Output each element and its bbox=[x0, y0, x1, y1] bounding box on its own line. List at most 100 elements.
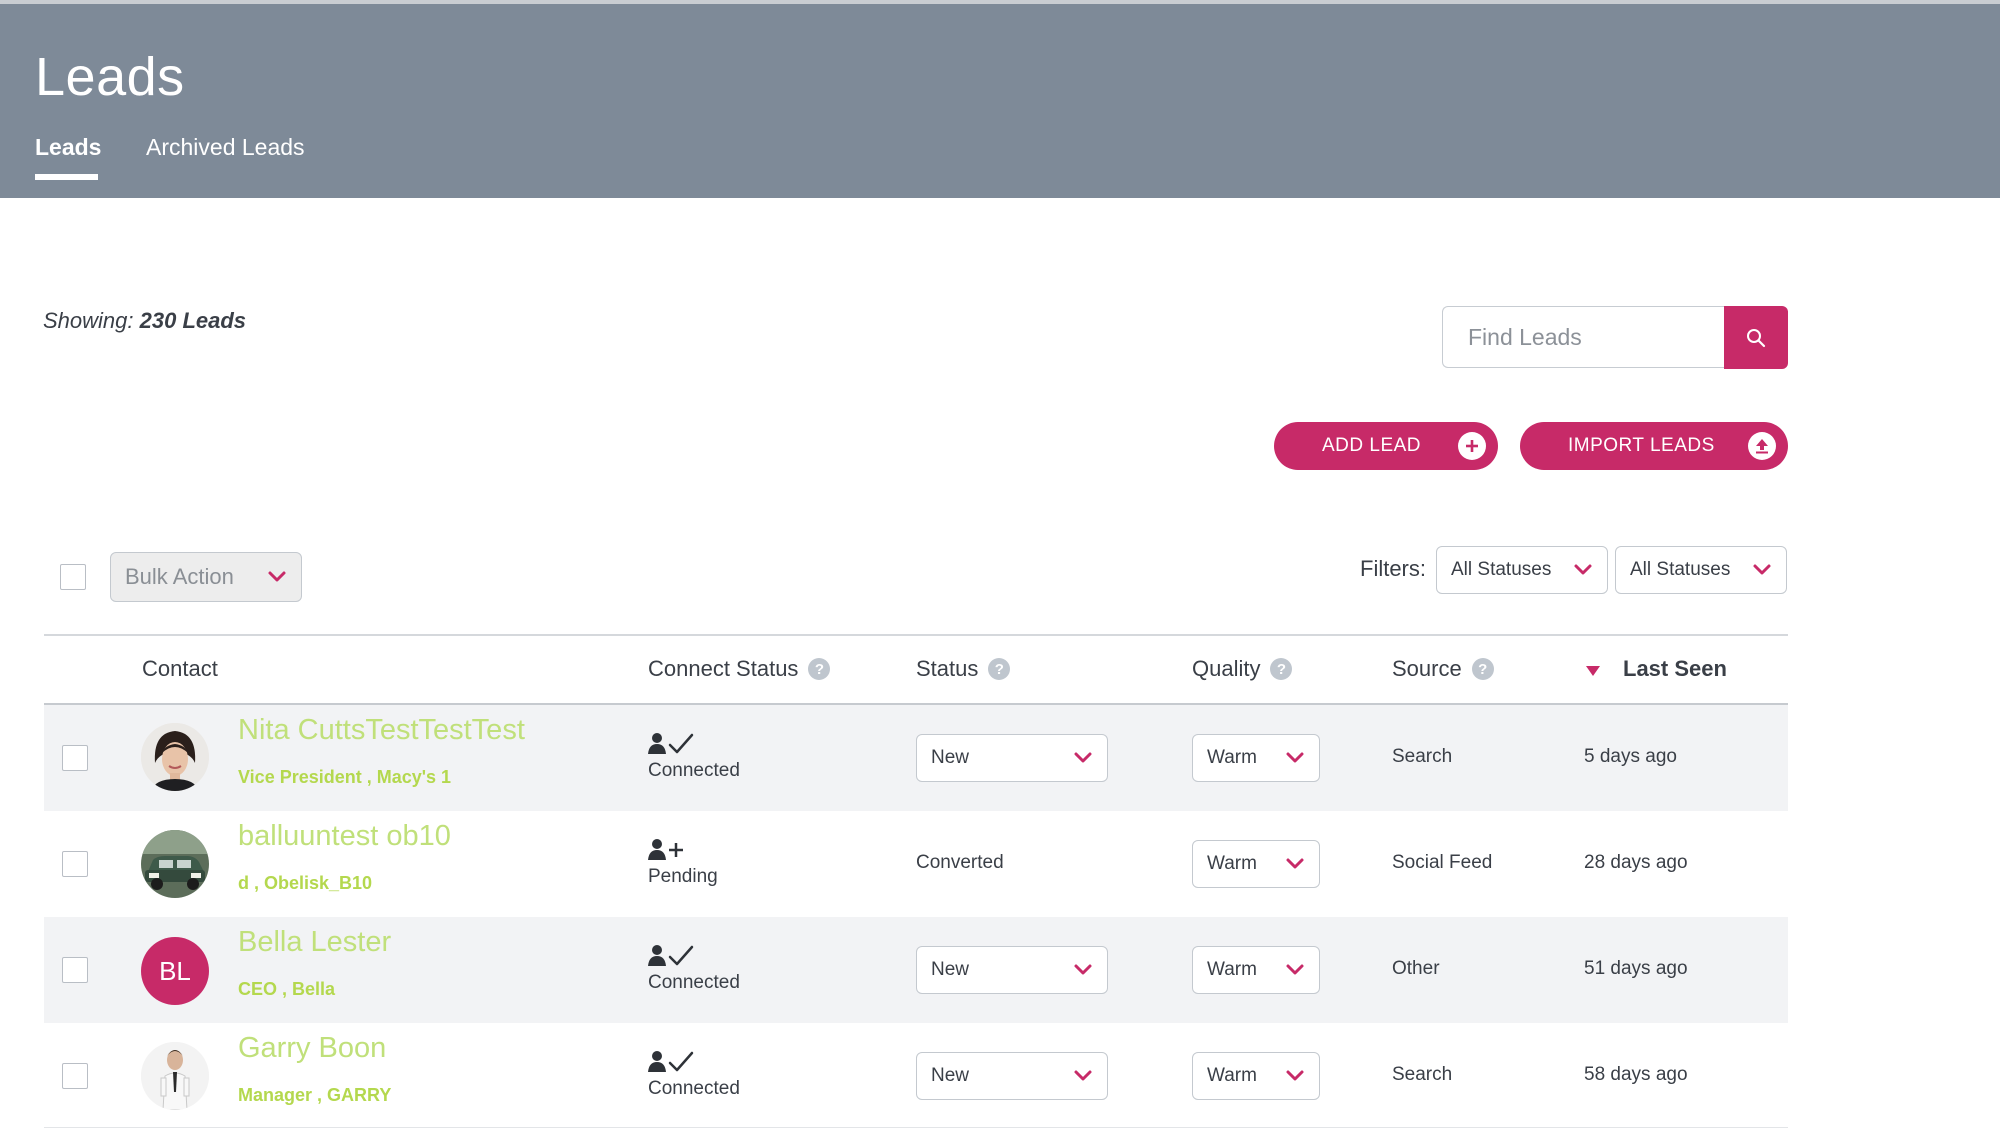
avatar[interactable] bbox=[141, 830, 209, 898]
quality-select-value: Warm bbox=[1207, 1065, 1257, 1086]
status-select[interactable]: New bbox=[916, 946, 1108, 994]
status-text: Converted bbox=[916, 852, 1004, 873]
help-icon[interactable]: ? bbox=[1471, 658, 1494, 680]
column-header-connect-status[interactable]: Connect Status? bbox=[648, 656, 831, 682]
quality-select[interactable]: Warm bbox=[1192, 946, 1320, 994]
add-lead-button[interactable]: ADD LEAD bbox=[1274, 422, 1498, 470]
lead-name-link[interactable]: balluuntest ob10 bbox=[238, 820, 451, 853]
last-seen-text: 28 days ago bbox=[1584, 852, 1688, 873]
connect-status-text: Connected bbox=[648, 972, 740, 993]
row-checkbox[interactable] bbox=[62, 851, 88, 877]
lead-name-link[interactable]: Nita CuttsTestTestTest bbox=[238, 714, 525, 747]
user-check-icon bbox=[648, 1051, 694, 1072]
row-divider bbox=[44, 1127, 1788, 1128]
tab-leads[interactable]: Leads bbox=[35, 134, 101, 161]
user-plus-icon bbox=[648, 839, 683, 860]
car-photo-icon bbox=[141, 830, 209, 898]
quality-select-value: Warm bbox=[1207, 853, 1257, 874]
leads-count-prefix: Showing: bbox=[43, 308, 134, 333]
leads-count-value: 230 Leads bbox=[139, 308, 247, 333]
chevron-down-icon bbox=[1574, 564, 1592, 575]
last-seen-text: 51 days ago bbox=[1584, 958, 1688, 979]
source-text: Social Feed bbox=[1392, 852, 1493, 873]
quality-filter-value: All Statuses bbox=[1630, 559, 1731, 580]
column-header-connect-status-label: Connect Status bbox=[648, 656, 799, 681]
connect-status-text: Connected bbox=[648, 1078, 740, 1099]
column-header-quality[interactable]: Quality? bbox=[1192, 656, 1293, 682]
import-leads-label: IMPORT LEADS bbox=[1568, 435, 1715, 456]
connect-status-text: Connected bbox=[648, 760, 740, 781]
table-top-border bbox=[44, 634, 1788, 636]
chevron-down-icon bbox=[1286, 752, 1304, 763]
connect-status-text: Pending bbox=[648, 866, 718, 887]
search-button[interactable] bbox=[1724, 306, 1788, 369]
last-seen-text: 58 days ago bbox=[1584, 1064, 1688, 1085]
quality-select-value: Warm bbox=[1207, 747, 1257, 768]
chevron-down-icon bbox=[1074, 1070, 1092, 1081]
quality-select-value: Warm bbox=[1207, 959, 1257, 980]
page-title: Leads bbox=[35, 47, 185, 107]
bulk-action-label: Bulk Action bbox=[125, 564, 234, 589]
status-select-value: New bbox=[931, 1065, 970, 1086]
import-leads-button[interactable]: IMPORT LEADS bbox=[1520, 422, 1788, 470]
column-header-last-seen[interactable]: Last Seen bbox=[1623, 656, 1727, 682]
page-header bbox=[0, 4, 2000, 198]
chevron-down-icon bbox=[1074, 752, 1092, 763]
column-header-status[interactable]: Status? bbox=[916, 656, 1011, 682]
select-all-checkbox[interactable] bbox=[60, 564, 86, 590]
column-header-status-label: Status bbox=[916, 656, 979, 681]
sort-desc-icon[interactable] bbox=[1586, 666, 1600, 676]
row-checkbox[interactable] bbox=[62, 745, 88, 771]
status-filter-select[interactable]: All Statuses bbox=[1436, 546, 1608, 594]
avatar[interactable]: BL bbox=[141, 937, 209, 1005]
filters-label: Filters: bbox=[1360, 556, 1426, 581]
status-select[interactable]: New bbox=[916, 734, 1108, 782]
source-text: Search bbox=[1392, 1064, 1453, 1085]
column-header-quality-label: Quality bbox=[1192, 656, 1261, 681]
quality-select[interactable]: Warm bbox=[1192, 840, 1320, 888]
status-select-value: New bbox=[931, 959, 970, 980]
status-select-value: New bbox=[931, 747, 970, 768]
upload-circle-icon bbox=[1748, 432, 1776, 460]
woman-photo-icon bbox=[141, 723, 209, 791]
column-header-contact-label: Contact bbox=[142, 656, 218, 681]
help-icon[interactable]: ? bbox=[1270, 658, 1293, 680]
column-header-contact[interactable]: Contact bbox=[142, 656, 218, 682]
user-check-icon bbox=[648, 733, 694, 754]
lead-subtitle: Manager , GARRY bbox=[238, 1085, 392, 1105]
last-seen-text: 5 days ago bbox=[1584, 746, 1677, 767]
quality-select[interactable]: Warm bbox=[1192, 734, 1320, 782]
avatar[interactable] bbox=[141, 1042, 209, 1110]
add-lead-label: ADD LEAD bbox=[1322, 435, 1422, 456]
column-header-source[interactable]: Source? bbox=[1392, 656, 1494, 682]
bulk-action-select[interactable]: Bulk Action bbox=[110, 552, 302, 602]
column-header-last-seen-label: Last Seen bbox=[1623, 656, 1727, 681]
active-tab-indicator bbox=[35, 174, 98, 180]
quality-filter-select[interactable]: All Statuses bbox=[1615, 546, 1787, 594]
chevron-down-icon bbox=[1286, 858, 1304, 869]
avatar[interactable] bbox=[141, 723, 209, 791]
chevron-down-icon bbox=[268, 571, 286, 582]
chevron-down-icon bbox=[1286, 964, 1304, 975]
quality-select[interactable]: Warm bbox=[1192, 1052, 1320, 1100]
plus-circle-icon bbox=[1458, 432, 1486, 460]
lead-name-link[interactable]: Bella Lester bbox=[238, 926, 391, 959]
status-filter-value: All Statuses bbox=[1451, 559, 1552, 580]
leads-count: Showing: 230 Leads bbox=[43, 308, 246, 334]
chevron-down-icon bbox=[1074, 964, 1092, 975]
search-input[interactable] bbox=[1444, 308, 1714, 366]
column-header-source-label: Source bbox=[1392, 656, 1462, 681]
row-checkbox[interactable] bbox=[62, 1063, 88, 1089]
lead-subtitle: CEO , Bella bbox=[238, 979, 336, 999]
man-photo-icon bbox=[141, 1042, 209, 1110]
tab-archived-leads[interactable]: Archived Leads bbox=[146, 134, 305, 161]
source-text: Search bbox=[1392, 746, 1453, 767]
help-icon[interactable]: ? bbox=[988, 658, 1011, 680]
help-icon[interactable]: ? bbox=[808, 658, 831, 680]
row-checkbox[interactable] bbox=[62, 957, 88, 983]
user-check-icon bbox=[648, 945, 694, 966]
lead-name-link[interactable]: Garry Boon bbox=[238, 1032, 386, 1065]
lead-subtitle: Vice President , Macy's 1 bbox=[238, 767, 452, 787]
chevron-down-icon bbox=[1753, 564, 1771, 575]
status-select[interactable]: New bbox=[916, 1052, 1108, 1100]
